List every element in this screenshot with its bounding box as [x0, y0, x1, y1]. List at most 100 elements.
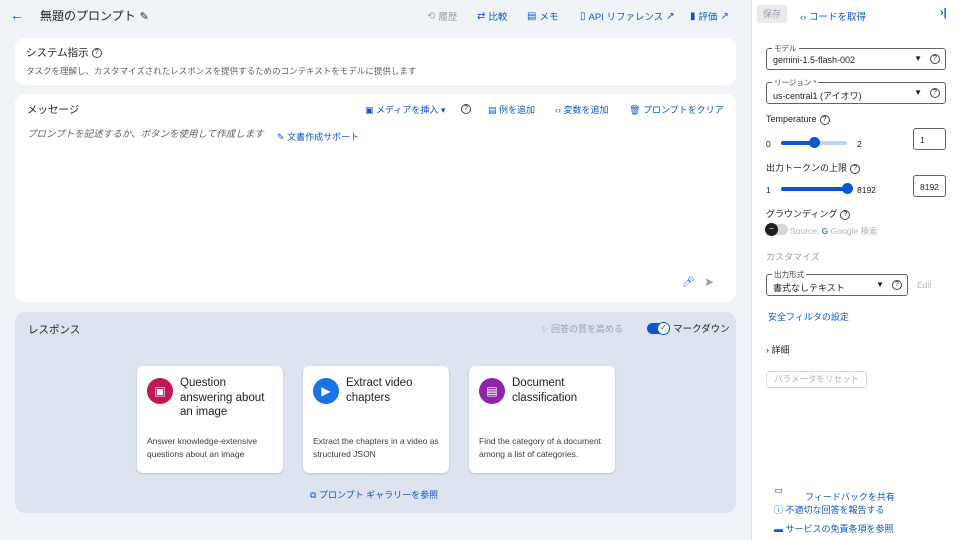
help-icon[interactable]: ?: [840, 209, 851, 220]
sample-description: Answer knowledge-extensive questions abo…: [147, 436, 258, 459]
top-bar: ← 無題のプロンプト ✎ ⟲ 履歴 ⇄ 比較 ▤ メモ ▯ API リファレンス ↗ ▮ 評価…: [0, 0, 751, 30]
back-arrow-icon[interactable]: ←: [10, 7, 24, 23]
add-example-button[interactable]: ▤ 例を追加: [488, 103, 535, 116]
compare-button[interactable]: ⇄ 比較: [477, 9, 507, 24]
sample-title: Document classification: [512, 377, 578, 404]
insert-media-button[interactable]: ▣ メディアを挿入 ▾: [365, 103, 445, 116]
external-link-icon: ↗: [666, 10, 675, 22]
gallery-icon: ⧉: [310, 490, 317, 500]
customize-heading: カスタマイズ: [766, 252, 820, 262]
grounding-source: Source: G Google 検索: [790, 226, 878, 236]
trash-icon: 🗑: [629, 105, 641, 115]
disclaimer-link[interactable]: ▬ サービスの免責条項を参照: [774, 522, 894, 535]
caret-down-icon: ▼: [914, 54, 922, 63]
send-icon[interactable]: ➤: [704, 275, 714, 289]
markdown-toggle[interactable]: ✓ マークダウン: [647, 321, 730, 335]
improve-response-button[interactable]: ✨︎ 回答の質を高める: [541, 322, 623, 335]
history-icon: ⟲: [427, 10, 436, 22]
output-format-select[interactable]: 出力形式 書式なしテキスト ▼ ?: [766, 269, 908, 296]
feedback-icon: ▭: [774, 485, 783, 495]
check-icon: ✓: [657, 321, 670, 335]
reset-parameters-button[interactable]: パラメータをリセット: [766, 371, 867, 388]
prompt-title[interactable]: 無題のプロンプト ✎: [40, 7, 149, 24]
help-icon[interactable]: ?: [850, 163, 861, 174]
region-select[interactable]: リージョン * us-central1 (アイオワ) ▼ ?: [766, 77, 946, 104]
code-icon: ‹›: [800, 12, 807, 23]
grounding-label: グラウンディング?: [766, 207, 851, 220]
sample-description: Find the category of a document among a …: [479, 436, 601, 459]
sample-card[interactable]: ▤ Document classification Find the categ…: [469, 366, 615, 473]
sample-description: Extract the chapters in a video as struc…: [313, 436, 439, 459]
sample-title: Question answering about an image: [180, 377, 265, 418]
get-code-button[interactable]: ‹› コードを取得: [800, 9, 866, 23]
system-instructions-heading: システム指示?: [26, 45, 102, 60]
sample-card[interactable]: ▶ Extract video chapters Extract the cha…: [303, 366, 449, 473]
temperature-input[interactable]: 1: [913, 128, 946, 150]
settings-panel: 保存 ‹› コードを取得 ›| モデル gemini-1.5-flash-002…: [751, 0, 960, 540]
clear-prompt-button[interactable]: 🗑 プロンプトをクリア: [629, 103, 724, 116]
compare-icon: ⇄: [477, 10, 486, 22]
save-button[interactable]: 保存: [757, 5, 787, 23]
caret-down-icon: ▾: [440, 105, 446, 115]
prompt-gallery-link[interactable]: ⧉ プロンプト ギャラリーを参照: [310, 488, 438, 501]
chevron-right-icon: ›: [766, 345, 769, 355]
help-icon[interactable]: ?: [461, 104, 471, 114]
microphone-icon[interactable]: 🎤︎: [682, 277, 695, 288]
notes-icon: ▤: [527, 10, 537, 22]
system-instructions-description: タスクを理解し、カスタマイズされたレスポンスを提供するためのコンテキストをモデル…: [26, 66, 417, 76]
message-card: メッセージ ▣ メディアを挿入 ▾ ? ▤ 例を追加 ‹› 変数を追加 🗑 プロ…: [15, 94, 736, 302]
help-icon[interactable]: ?: [930, 88, 940, 98]
temperature-max: 2: [857, 139, 862, 149]
toggle-switch[interactable]: ✓: [647, 321, 670, 335]
book-icon: ▯: [580, 10, 586, 22]
temperature-min: 0: [766, 139, 771, 149]
max-tokens-slider-thumb[interactable]: [842, 183, 853, 194]
model-select[interactable]: モデル gemini-1.5-flash-002 ▼ ?: [766, 43, 946, 70]
response-heading: レスポンス: [28, 324, 81, 336]
external-link-icon: ↗: [720, 10, 729, 22]
sample-card[interactable]: ▣ Question answering about an image Answ…: [137, 366, 283, 473]
collapse-panel-icon[interactable]: ›|: [940, 7, 947, 19]
caret-down-icon: ▼: [876, 280, 884, 289]
temperature-label: Temperature?: [766, 114, 830, 125]
safety-filter-link[interactable]: 安全フィルタの設定: [768, 310, 849, 323]
writing-assist-button[interactable]: ✎ 文書作成サポート: [277, 130, 359, 143]
document-icon: ▤: [479, 378, 505, 404]
image-icon: ▣: [147, 378, 173, 404]
history-button[interactable]: ⟲ 履歴: [427, 9, 457, 24]
image-icon: ▣: [365, 105, 374, 115]
sparkle-wand-icon: ✨︎: [541, 324, 549, 334]
help-icon[interactable]: ?: [91, 48, 102, 59]
grounding-toggle[interactable]: −: [765, 223, 788, 236]
caret-down-icon: ▼: [914, 88, 922, 97]
add-variable-button[interactable]: ‹› 変数を追加: [555, 103, 609, 116]
code-icon: ‹›: [555, 105, 561, 115]
edit-pencil-icon[interactable]: ✎: [140, 11, 149, 23]
max-tokens-input[interactable]: 8192: [913, 175, 946, 197]
max-tokens-min: 1: [766, 185, 771, 195]
max-tokens-fill: [781, 187, 847, 191]
book-icon: ▬: [774, 524, 783, 534]
prompt-input[interactable]: プロンプトを記述するか、ボタンを使用して作成します: [27, 126, 264, 140]
message-heading: メッセージ: [27, 104, 80, 116]
help-icon[interactable]: ?: [930, 54, 940, 64]
help-icon[interactable]: ?: [892, 280, 902, 290]
api-reference-button[interactable]: ▯ API リファレンス ↗: [580, 9, 675, 24]
system-instructions-card[interactable]: システム指示? タスクを理解し、カスタマイズされたレスポンスを提供するためのコン…: [15, 38, 736, 85]
example-icon: ▤: [488, 105, 497, 115]
video-icon: ▶: [313, 378, 339, 404]
info-icon: ⓘ: [774, 505, 784, 515]
temperature-slider-thumb[interactable]: [809, 137, 820, 148]
report-link[interactable]: ⓘ 不適切な回答を報告する: [774, 503, 885, 516]
help-icon[interactable]: ?: [819, 114, 830, 125]
pen-sparkle-icon: ✎: [277, 132, 285, 142]
feedback-link[interactable]: フィードバックを共有: [805, 490, 895, 503]
chart-icon: ▮: [690, 10, 696, 22]
details-expander[interactable]: › 詳細: [766, 343, 790, 356]
response-card: レスポンス ✨︎ 回答の質を高める ✓ マークダウン ▣ Question an…: [15, 312, 736, 513]
sample-title: Extract video chapters: [346, 377, 413, 404]
max-tokens-max: 8192: [857, 185, 876, 195]
edit-button[interactable]: Edit: [917, 280, 932, 290]
evaluate-button[interactable]: ▮ 評価 ↗: [690, 9, 729, 24]
notes-button[interactable]: ▤ メモ: [527, 9, 558, 24]
